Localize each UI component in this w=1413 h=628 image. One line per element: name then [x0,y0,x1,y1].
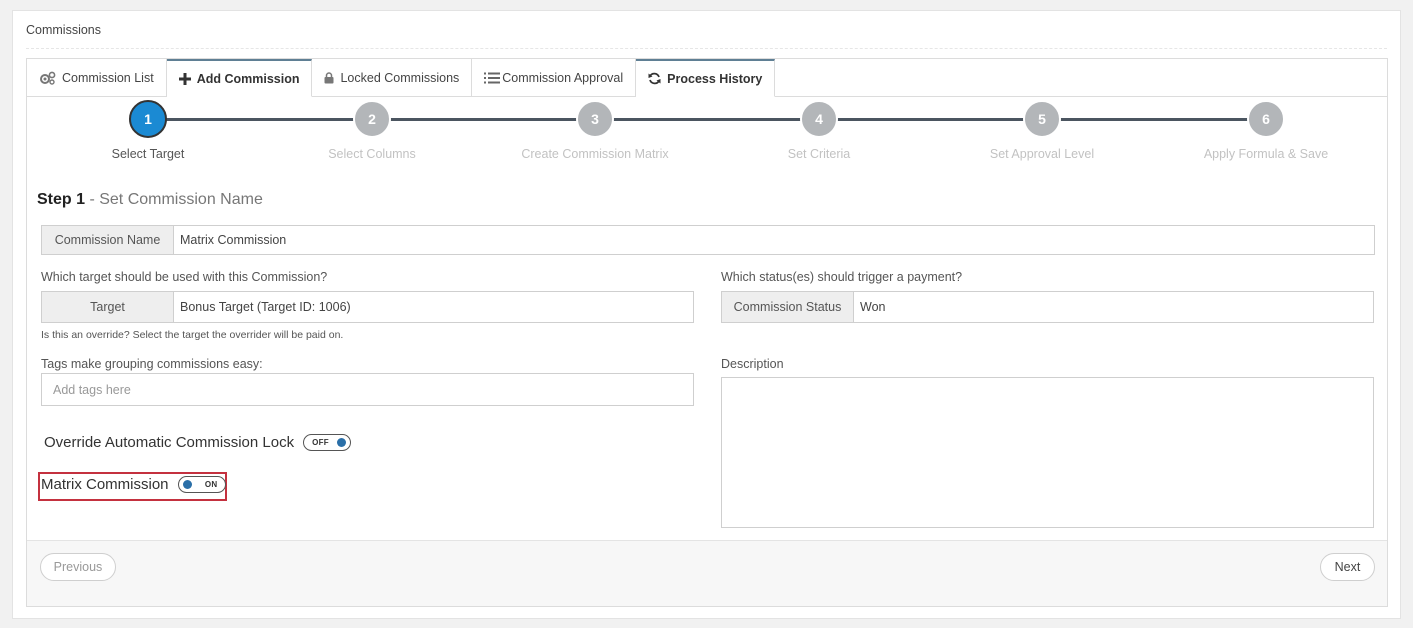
override-lock-toggle[interactable]: OFF [303,434,352,451]
tags-input[interactable]: Add tags here [41,373,694,406]
description-label: Description [721,357,784,371]
commission-name-label: Commission Name [42,226,174,254]
step-5-circle[interactable]: 5 [1023,100,1061,138]
tab-process-history[interactable]: Process History [636,59,776,97]
matrix-commission-label: Matrix Commission [41,476,169,493]
commission-status-label: Commission Status [722,292,854,322]
step-1-label: Select Target [111,147,185,161]
toggle-knob [337,438,347,447]
step-2-label: Select Columns [328,147,416,161]
tab-bar: Commission List Add Commission Locked Co… [27,59,776,97]
step-3-label: Create Commission Matrix [521,147,669,161]
wizard-panel: Commission List Add Commission Locked Co… [26,58,1388,607]
target-question: Which target should be used with this Co… [41,270,328,284]
target-select[interactable]: Bonus Target (Target ID: 1006) [174,292,693,322]
tags-label: Tags make grouping commissions easy: [41,357,263,371]
step-6-circle[interactable]: 6 [1247,100,1285,138]
commission-name-group: Commission Name Matrix Commission [41,225,1375,255]
tab-label: Process History [667,71,763,86]
step-6-label: Apply Formula & Save [1203,147,1329,161]
step-heading: Step 1 - Set Commission Name [37,191,263,209]
target-group: Target Bonus Target (Target ID: 1006) [41,291,694,323]
step-5-label: Set Approval Level [989,147,1095,161]
commission-status-group: Commission Status Won [721,291,1374,323]
tab-commission-list[interactable]: Commission List [27,59,167,97]
description-textarea[interactable] [721,377,1374,528]
list-icon [484,72,501,84]
lock-icon [324,71,334,84]
wizard-footer: Previous Next [27,540,1387,606]
refresh-icon [648,72,661,85]
page-title: Commissions [26,23,102,37]
gears-icon [39,71,56,85]
tab-locked-commissions[interactable]: Locked Commissions [312,59,473,97]
commission-status-select[interactable]: Won [854,292,1373,322]
wizard-progress-line [148,118,1267,121]
previous-button[interactable]: Previous [40,553,116,581]
toggle-knob [182,480,192,489]
tab-add-commission[interactable]: Add Commission [166,59,313,97]
override-lock-row: Override Automatic Commission Lock OFF [44,434,352,451]
target-label: Target [42,292,174,322]
next-button[interactable]: Next [1320,553,1375,581]
title-divider [26,48,1387,49]
wizard-steps: 1 2 3 4 5 6 Select Target Select Columns… [27,97,1387,177]
step-1-circle[interactable]: 1 [129,100,167,138]
step-2-circle[interactable]: 2 [353,100,391,138]
step-4-circle[interactable]: 4 [800,100,838,138]
tab-label: Locked Commissions [340,70,460,85]
step-3-circle[interactable]: 3 [576,100,614,138]
step-number: Step 1 [37,191,86,208]
matrix-commission-row: Matrix Commission ON [41,476,226,493]
matrix-commission-toggle[interactable]: ON [177,476,226,493]
override-lock-label: Override Automatic Commission Lock [44,434,295,451]
commission-name-input[interactable]: Matrix Commission [174,226,1374,254]
plus-icon [178,72,191,85]
tab-label: Commission List [62,70,154,85]
tab-label: Add Commission [196,71,300,86]
tab-label: Commission Approval [502,70,624,85]
step-4-label: Set Criteria [787,147,851,161]
step-title: - Set Commission Name [85,191,263,208]
tab-commission-approval[interactable]: Commission Approval [472,59,637,97]
commissions-container: Commissions Commission List Add Commissi… [12,10,1401,619]
override-hint: Is this an override? Select the target t… [41,329,344,341]
status-question: Which status(es) should trigger a paymen… [721,270,963,284]
toggle-state-label: ON [204,480,218,489]
toggle-state-label: OFF [312,438,329,447]
